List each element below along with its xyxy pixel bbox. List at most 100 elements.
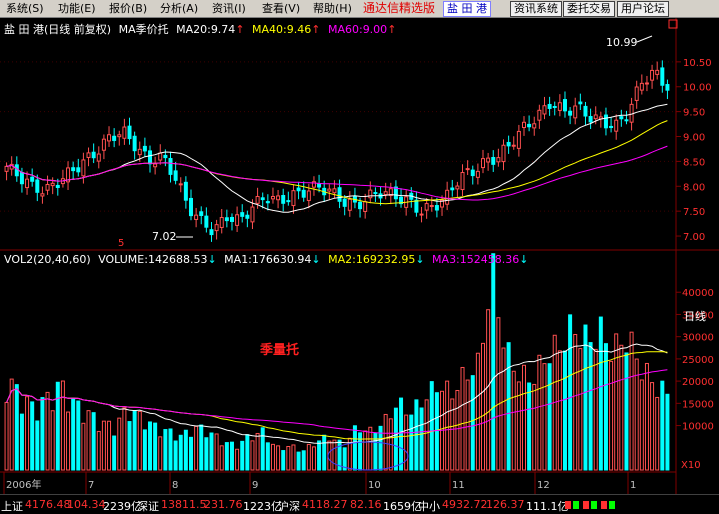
volume-bar-up bbox=[50, 410, 55, 471]
ma40-arrow-icon: ↑ bbox=[311, 23, 321, 36]
candle-up bbox=[214, 224, 219, 232]
candle-up bbox=[250, 206, 255, 223]
price-tick-label: 9.50 bbox=[683, 108, 705, 119]
trade-button[interactable]: 委托交易 bbox=[563, 1, 615, 17]
candle-down bbox=[163, 154, 168, 159]
candle-down bbox=[199, 211, 204, 216]
sh-index-price: 4176.48 bbox=[25, 498, 71, 511]
stock-name-box[interactable]: 盐 田 港 bbox=[443, 1, 491, 17]
volume-bar-down bbox=[568, 314, 573, 471]
menu-info[interactable]: 资讯(I) bbox=[212, 1, 246, 16]
candle-up bbox=[86, 152, 91, 158]
candle-up bbox=[235, 214, 240, 226]
candle-down bbox=[609, 125, 614, 128]
candle-down bbox=[127, 125, 132, 140]
candle-down bbox=[296, 187, 301, 192]
volume-bar-down bbox=[358, 432, 363, 471]
info-system-button[interactable]: 资讯系统 bbox=[510, 1, 562, 17]
price-tick-label: 7.50 bbox=[683, 207, 705, 218]
volume-bar-up bbox=[532, 383, 537, 471]
candle-up bbox=[460, 172, 465, 191]
candle-down bbox=[188, 197, 193, 217]
volume-bar-up bbox=[250, 440, 255, 471]
volume-bar-up bbox=[122, 407, 127, 471]
candle-down bbox=[19, 172, 24, 185]
chart-area[interactable]: 10.99 7.02 5 季量托 10.50 10.00 9.50 9.00 8.50 8… bbox=[0, 18, 719, 494]
index-status-bar: 上证 4176.48 104.34 2239亿 深证 13811.5 231.7… bbox=[0, 494, 719, 514]
volume-bar-down bbox=[583, 324, 588, 471]
volume-bar-up bbox=[639, 379, 644, 471]
candle-up bbox=[153, 163, 158, 168]
volume-bar-down bbox=[19, 413, 24, 471]
price-axis: 10.50 10.00 9.50 9.00 8.50 8.00 7.50 7.00 bbox=[676, 58, 712, 243]
ma40-line bbox=[6, 120, 668, 205]
volume-tick-label: 15000 bbox=[682, 399, 714, 410]
candle-down bbox=[35, 179, 40, 193]
hs-index-name[interactable]: 沪深 bbox=[278, 498, 300, 514]
volume-bar-down bbox=[14, 384, 19, 471]
candle-down bbox=[14, 164, 19, 177]
candle-up bbox=[532, 123, 537, 129]
period-label: 日线 bbox=[684, 309, 706, 323]
price-tick-label: 10.00 bbox=[683, 83, 712, 94]
sh-index-name[interactable]: 上证 bbox=[1, 498, 23, 514]
menu-view[interactable]: 查看(V) bbox=[262, 1, 300, 16]
volume-bar-down bbox=[71, 397, 76, 471]
candle-up bbox=[25, 178, 30, 189]
volume-bar-up bbox=[117, 417, 122, 471]
candle-down bbox=[434, 205, 439, 211]
volume-bar-down bbox=[91, 412, 96, 471]
volume-bar-up bbox=[557, 350, 562, 471]
candle-up bbox=[101, 138, 106, 151]
sz-index-price: 13811.5 bbox=[161, 498, 207, 511]
volume-bar-down bbox=[281, 450, 286, 471]
ma20-line bbox=[6, 103, 668, 213]
menu-system[interactable]: 系统(S) bbox=[6, 1, 44, 16]
chart-title: 盐 田 港(日线 前复权) bbox=[4, 23, 112, 36]
candle-up bbox=[511, 144, 516, 147]
candle-down bbox=[491, 157, 496, 165]
volume-tick-label: 25000 bbox=[682, 355, 714, 366]
zx-index-change: 126.37 bbox=[486, 498, 525, 511]
volume-bar-down bbox=[260, 427, 265, 471]
ma-lines-group bbox=[6, 103, 668, 213]
candle-up bbox=[593, 114, 598, 120]
zx-index-name[interactable]: 中小 bbox=[418, 498, 440, 514]
candle-up bbox=[327, 188, 332, 192]
low-price-label: 7.02 bbox=[152, 230, 177, 243]
candle-up bbox=[122, 126, 127, 139]
candle-down bbox=[450, 187, 455, 191]
candle-down bbox=[71, 167, 76, 172]
volume-bar-down bbox=[665, 393, 670, 471]
ma60-line bbox=[6, 145, 668, 201]
candle-down bbox=[342, 198, 347, 207]
volume-caption: 季量托 bbox=[259, 342, 299, 358]
price-tick-label: 10.50 bbox=[683, 58, 712, 69]
volume-bar-down bbox=[132, 409, 137, 471]
hs-index-change: 82.16 bbox=[350, 498, 382, 511]
volume-bar-down bbox=[183, 429, 188, 471]
vol-ma2-arrow-icon: ↓ bbox=[415, 253, 425, 266]
volume-bar-down bbox=[229, 441, 234, 471]
menu-quote[interactable]: 报价(B) bbox=[109, 1, 147, 16]
time-axis: 2006年 7 8 9 10 11 12 1 bbox=[3, 472, 636, 494]
menu-analysis[interactable]: 分析(A) bbox=[160, 1, 198, 16]
volume-bar-down bbox=[209, 432, 214, 471]
volume-bar-down bbox=[178, 434, 183, 471]
candle-down bbox=[665, 84, 670, 91]
volume-bar-up bbox=[219, 445, 224, 471]
sz-index-change: 231.76 bbox=[204, 498, 243, 511]
volume-bar-down bbox=[127, 421, 132, 471]
sz-index-name[interactable]: 深证 bbox=[137, 498, 159, 514]
volume-bar-down bbox=[240, 440, 245, 471]
candle-up bbox=[521, 121, 526, 129]
forum-button[interactable]: 用户论坛 bbox=[617, 1, 669, 17]
zx-index-price: 4932.72 bbox=[442, 498, 488, 511]
price-header: 盐 田 港(日线 前复权) MA季价托 MA20:9.74↑ MA40:9.46… bbox=[4, 21, 396, 37]
candle-down bbox=[281, 195, 286, 204]
volume-bar-down bbox=[245, 434, 250, 471]
volume-bar-down bbox=[35, 420, 40, 471]
menu-function[interactable]: 功能(E) bbox=[58, 1, 96, 16]
menu-help[interactable]: 帮助(H) bbox=[313, 1, 352, 16]
candle-down bbox=[301, 189, 306, 198]
